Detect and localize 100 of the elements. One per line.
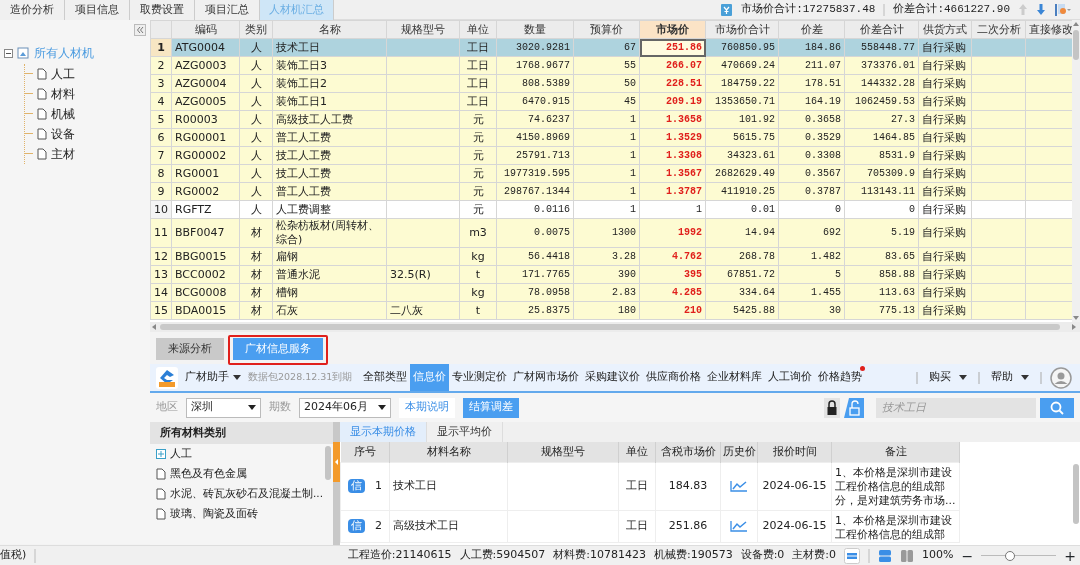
- avatar-icon[interactable]: [1050, 366, 1072, 389]
- column-header[interactable]: 单位: [618, 442, 656, 462]
- menu-button[interactable]: 帮助: [988, 364, 1032, 391]
- table-row[interactable]: 3 AZG0004 人 装饰工日2 工日 808.5389 50 228.51 184759.22 178.51 144332.28 自行采购: [150, 74, 1073, 93]
- column-header[interactable]: 价差: [778, 20, 845, 39]
- table-cell: 1992: [639, 218, 706, 248]
- menu-button[interactable]: 购买: [926, 364, 970, 391]
- tab[interactable]: 采购建议价: [582, 364, 644, 391]
- collapse-handle[interactable]: [333, 442, 340, 482]
- remark-cell: 1、本价格是深圳市建设工程价格信息的组成部分，是对建筑劳务市场...: [831, 462, 960, 510]
- table-row[interactable]: 7 RG00002 人 技工人工费 元 25791.713 1 1.3308 34323.61 0.3308 8531.9 自行采购: [150, 146, 1073, 165]
- slider-thumb[interactable]: [1005, 550, 1016, 561]
- search-field[interactable]: 技术工日: [876, 397, 1036, 418]
- dropdown-field[interactable]: 2024年06月: [299, 397, 391, 418]
- tab[interactable]: 全部类型: [360, 364, 411, 391]
- column-header[interactable]: 名称: [272, 20, 387, 39]
- field-label: 期数: [269, 399, 291, 416]
- table-row[interactable]: 15 BDA0015 材 石灰 二八灰 t 25.8375 180 210 5425.88 30 775.13 自行采购: [150, 301, 1073, 320]
- table-cell: 1300: [573, 218, 640, 248]
- collapse-icon[interactable]: [134, 24, 146, 36]
- table-cell: 高级技术工日: [389, 510, 508, 542]
- brand-menu[interactable]: 广材助手: [182, 364, 244, 391]
- column-header[interactable]: 市场价: [639, 20, 706, 39]
- dropdown-field[interactable]: 深圳: [186, 397, 261, 418]
- tree-item[interactable]: 设备: [51, 125, 75, 143]
- tab[interactable]: 专业测定价: [449, 364, 511, 391]
- field-label: 地区: [156, 399, 178, 416]
- down-arrow-icon[interactable]: [1036, 3, 1046, 16]
- tab[interactable]: 造价分析: [0, 0, 65, 20]
- layout-icon[interactable]: [844, 547, 861, 564]
- table-row[interactable]: 12 BBG0015 材 扁钢 kg 56.4418 3.28 4.762 268.78 1.482 83.65 自行采购: [150, 247, 1073, 266]
- line-chart-icon[interactable]: [730, 480, 748, 492]
- table-row[interactable]: 5 R00003 人 高级技工人工费 元 74.6237 1 1.3658 101.92 0.3658 27.3 自行采购: [150, 110, 1073, 129]
- zoom-in-button[interactable]: +: [1064, 548, 1076, 563]
- tab[interactable]: 广材网市场价: [510, 364, 583, 391]
- column-header[interactable]: 单位: [459, 20, 497, 39]
- column-header[interactable]: 编码: [171, 20, 240, 39]
- table-row[interactable]: 13 BCC0002 材 普通水泥 32.5(R) t 171.7765 390 395 67851.72 5 858.88 自行采购: [150, 265, 1073, 284]
- lock-icon[interactable]: [824, 397, 840, 418]
- tree-item[interactable]: 材料: [51, 85, 75, 103]
- tab[interactable]: 项目汇总: [195, 0, 260, 20]
- line-chart-icon[interactable]: [730, 520, 748, 532]
- tab[interactable]: 企业材料库: [704, 364, 766, 391]
- column-header[interactable]: 二次分析: [971, 20, 1026, 39]
- column-header[interactable]: 价差合计: [844, 20, 919, 39]
- tab[interactable]: 来源分析: [156, 338, 224, 360]
- button[interactable]: 本期说明: [399, 397, 455, 418]
- tree-item[interactable]: 主材: [51, 145, 75, 163]
- column-header[interactable]: 报价时间: [757, 442, 832, 462]
- tab[interactable]: 供应商价格: [643, 364, 705, 391]
- status-text: 人工费:5904507: [459, 547, 546, 564]
- stacked-view-icon[interactable]: [878, 548, 893, 563]
- column-header[interactable]: 数量: [496, 20, 574, 39]
- column-header[interactable]: 含税市场价: [655, 442, 721, 462]
- column-header[interactable]: 历史价: [720, 442, 758, 462]
- table-row[interactable]: 1 ATG0004 人 技术工日 工日 3020.9281 67 251.86 760850.95 184.86 558448.77 自行采购: [150, 38, 1073, 57]
- caret-icon: [959, 375, 967, 380]
- table-row[interactable]: 6 RG00001 人 普工人工费 元 4150.8969 1 1.3529 5615.75 0.3529 1464.85 自行采购: [150, 128, 1073, 147]
- tree-item[interactable]: 机械: [51, 105, 75, 123]
- table-row[interactable]: 9 RG0002 人 普工人工费 元 298767.1344 1 1.3787 411910.25 0.3787 113143.11 自行采购: [150, 182, 1073, 201]
- category-item[interactable]: 玻璃、陶瓷及面砖: [170, 506, 258, 522]
- info-badge: 信: [348, 479, 365, 493]
- table-row[interactable]: 4 AZG0005 人 装饰工日1 工日 6470.915 45 209.19 1353650.71 164.19 1062459.53 自行采购: [150, 92, 1073, 111]
- table-row[interactable]: 8 RG0001 人 技工人工费 元 1977319.595 1 1.3567 2682629.49 0.3567 705309.9 自行采购: [150, 164, 1073, 183]
- table-row[interactable]: 11 BBF0047 材 松杂枋板材(周转材、综合) m3 0.0075 1300 1992 14.94 692 5.19 自行采购: [150, 218, 1073, 248]
- column-header[interactable]: 类别: [239, 20, 273, 39]
- table-cell: 2024-06-15: [757, 510, 832, 542]
- status-text: 主材费:0: [792, 547, 837, 564]
- tree-item[interactable]: 人工: [51, 65, 75, 83]
- column-header[interactable]: 材料名称: [389, 442, 508, 462]
- table-cell: 0.01: [705, 200, 779, 219]
- caret-icon: [378, 405, 386, 410]
- tab[interactable]: 取费设置: [130, 0, 195, 20]
- scrollbar-drawing[interactable]: [1073, 464, 1079, 524]
- column-header[interactable]: 序号: [340, 442, 390, 462]
- column-header[interactable]: 市场价合计: [705, 20, 779, 39]
- table-row[interactable]: 2 AZG0003 人 装饰工日3 工日 1768.9677 55 266.07 470669.24 211.07 373376.01 自行采购: [150, 56, 1073, 75]
- columns-view-icon[interactable]: [900, 548, 915, 563]
- table-cell: 人: [239, 200, 273, 219]
- column-header[interactable]: 规格型号: [507, 442, 619, 462]
- expand-icon[interactable]: [156, 449, 166, 459]
- column-header[interactable]: 备注: [831, 442, 960, 462]
- table-cell: 5.19: [844, 218, 919, 248]
- file-icon: [37, 108, 47, 120]
- category-item[interactable]: 黑色及有色金属: [170, 466, 247, 482]
- tab[interactable]: 人工询价: [765, 364, 816, 391]
- tab[interactable]: 项目信息: [65, 0, 130, 20]
- horizontal-scrollbar[interactable]: [150, 322, 1080, 332]
- column-header[interactable]: 供货方式: [918, 20, 972, 39]
- tab[interactable]: 价格趋势: [815, 364, 866, 391]
- table-row[interactable]: 10 RGFTZ 人 人工费调整 元 0.0116 1 1 0.01 0 0 自行采购: [150, 200, 1073, 219]
- search-button[interactable]: [1040, 397, 1074, 418]
- column-header[interactable]: 规格型号: [386, 20, 460, 39]
- collapse-toggle-icon[interactable]: [4, 48, 13, 58]
- column-header[interactable]: 预算价: [573, 20, 640, 39]
- category-item[interactable]: 水泥、砖瓦灰砂石及混凝土制...: [170, 486, 323, 502]
- zoom-out-button[interactable]: −: [961, 548, 974, 563]
- category-item[interactable]: 人工: [170, 446, 192, 462]
- table-row[interactable]: 14 BCG0008 材 槽钢 kg 78.0958 2.83 4.285 334.64 1.455 113.63 自行采购: [150, 283, 1073, 302]
- file-icon: [156, 468, 166, 480]
